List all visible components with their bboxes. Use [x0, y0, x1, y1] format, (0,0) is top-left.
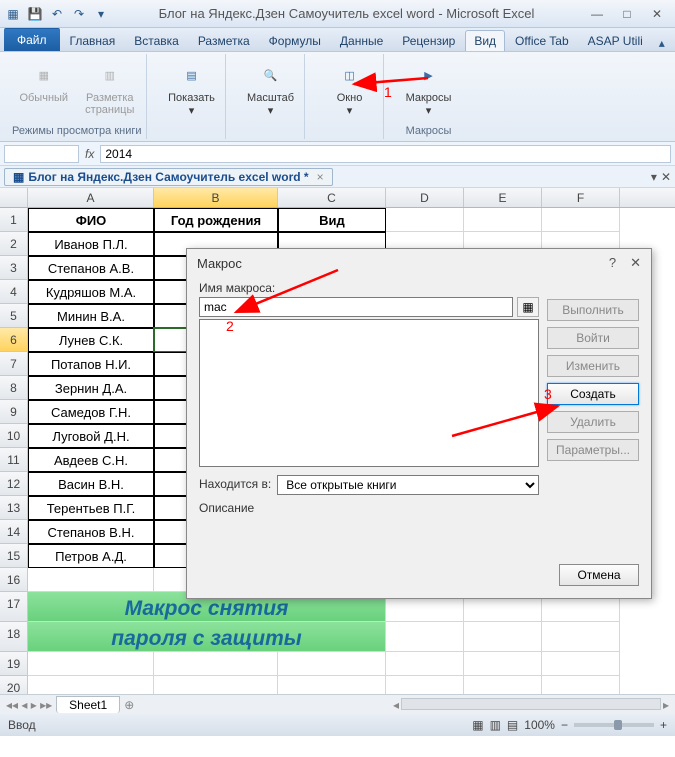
- annotation-2: 2: [226, 318, 234, 334]
- annotation-3: 3: [544, 386, 552, 402]
- annotation-1: 1: [384, 84, 392, 100]
